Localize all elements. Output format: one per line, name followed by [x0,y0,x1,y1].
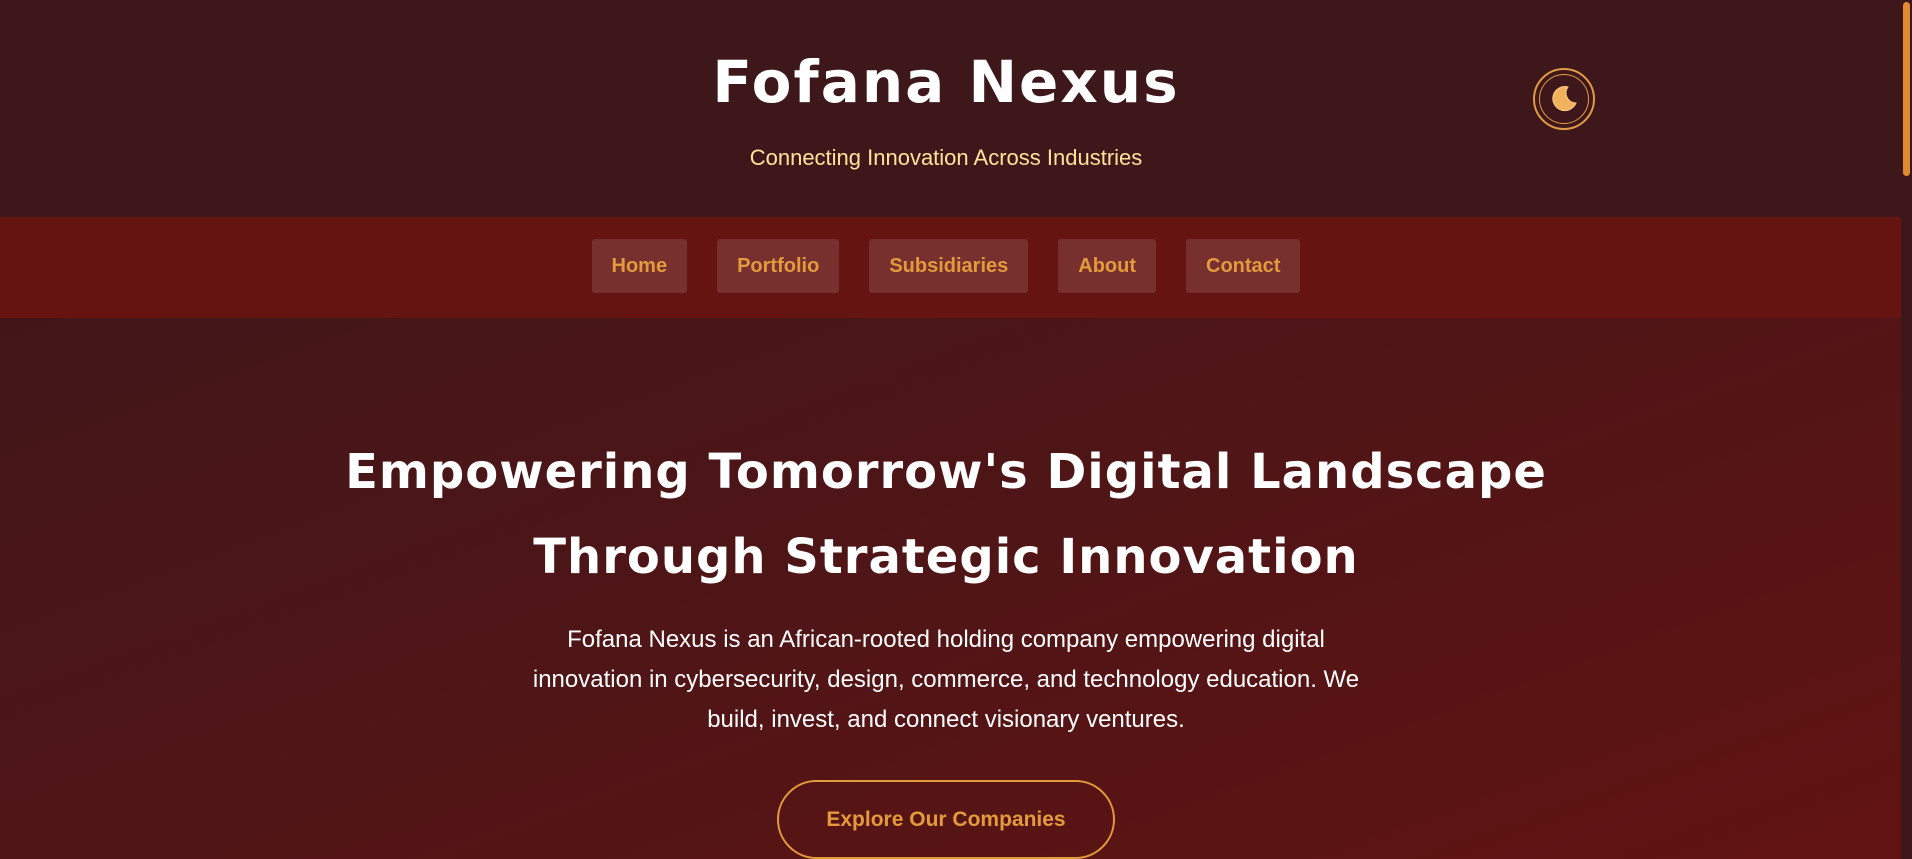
nav-item-portfolio[interactable]: Portfolio [717,239,840,293]
hero-section: Empowering Tomorrow's Digital Landscape … [0,318,1901,859]
site-title: Fofana Nexus [712,48,1180,116]
nav-item-subsidiaries[interactable]: Subsidiaries [869,239,1029,293]
page-scrollbar[interactable] [1901,0,1912,859]
hero-heading-line-2: Through Strategic Innovation [533,529,1359,585]
theme-toggle-button[interactable] [1533,68,1595,130]
main-nav: Home Portfolio Subsidiaries About Contac… [0,217,1901,318]
hero-heading: Empowering Tomorrow's Digital Landscape … [0,430,1892,600]
nav-item-home[interactable]: Home [591,239,688,293]
nav-list: Home Portfolio Subsidiaries About Contac… [0,239,1892,293]
scrollbar-thumb[interactable] [1903,2,1910,176]
hero-heading-line-1: Empowering Tomorrow's Digital Landscape [345,444,1547,500]
nav-item-about[interactable]: About [1058,239,1157,293]
page: Fofana Nexus Connecting Innovation Acros… [0,0,1901,859]
nav-item-contact[interactable]: Contact [1186,239,1301,293]
explore-companies-button[interactable]: Explore Our Companies [777,780,1115,859]
moon-icon [1552,86,1577,112]
site-header: Fofana Nexus Connecting Innovation Acros… [0,0,1901,217]
site-tagline: Connecting Innovation Across Industries [749,145,1143,170]
hero-description: Fofana Nexus is an African-rooted holdin… [532,626,1360,733]
